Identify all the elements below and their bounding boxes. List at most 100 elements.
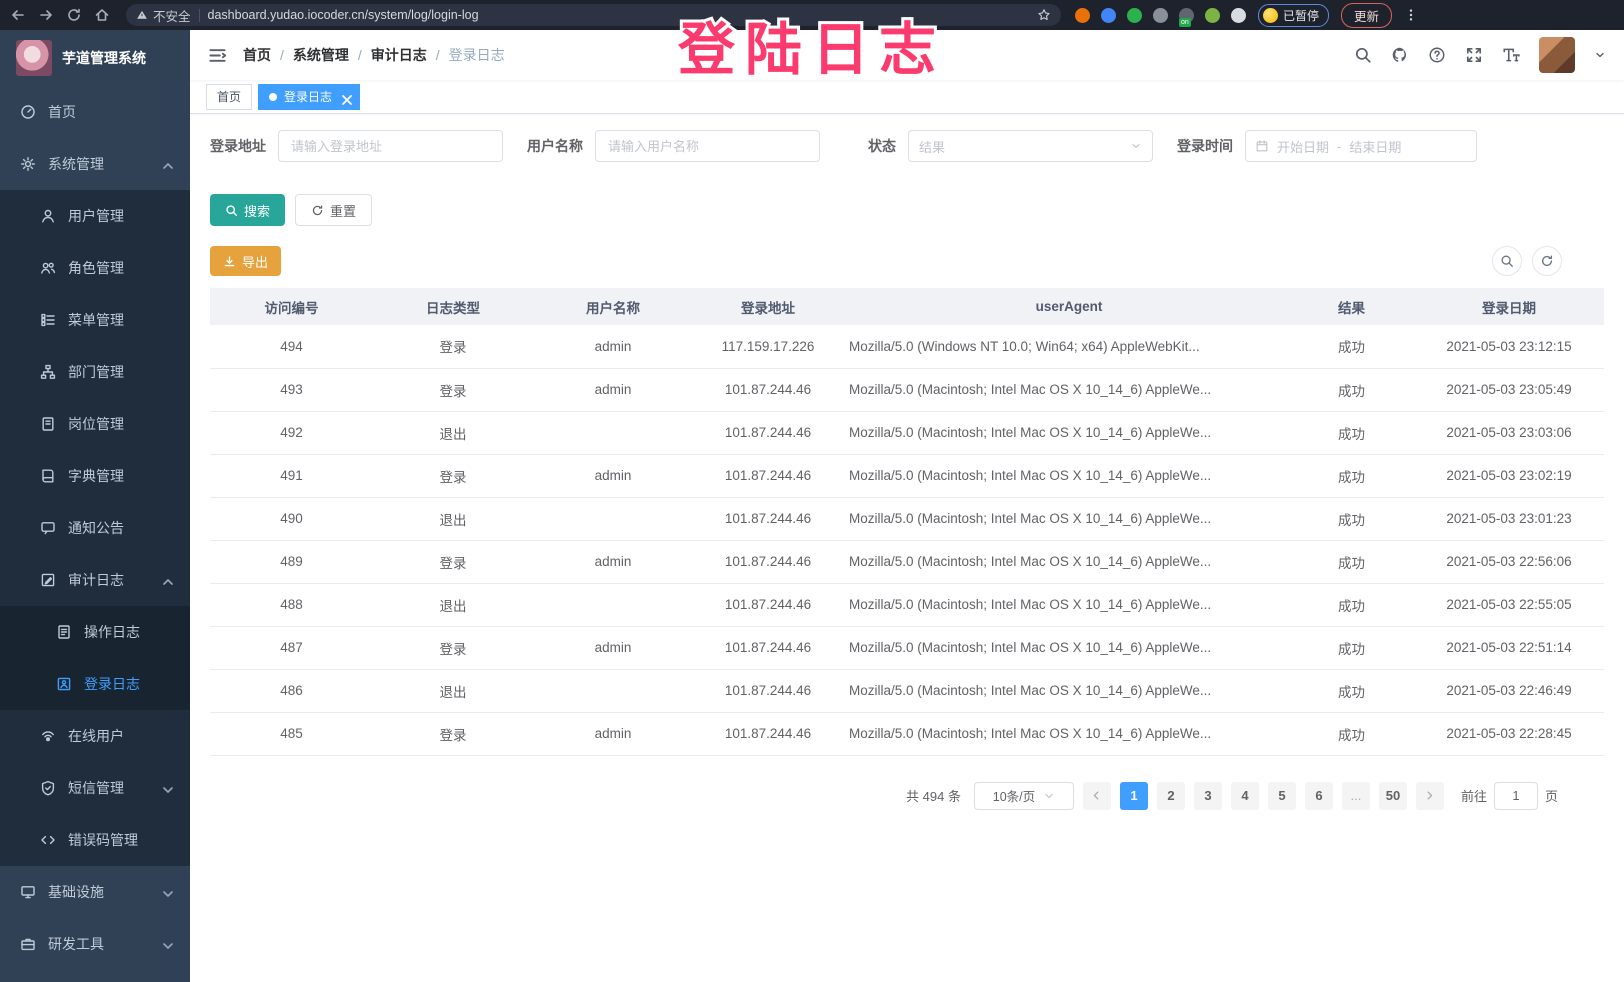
github-icon[interactable]	[1391, 46, 1409, 64]
hamburger-icon[interactable]	[208, 46, 227, 65]
export-button[interactable]: 导出	[210, 246, 281, 276]
forward-icon[interactable]	[38, 7, 54, 23]
page-button-50[interactable]: 50	[1379, 782, 1407, 810]
app-logo[interactable]: 芋道管理系统	[0, 30, 190, 86]
table-cell: admin	[533, 626, 693, 669]
table-cell: 489	[210, 540, 373, 583]
active-dot-icon	[269, 93, 277, 101]
page-button-6[interactable]: 6	[1305, 782, 1333, 810]
sidebar-item-dev-tools[interactable]: 研发工具	[0, 918, 190, 970]
sidebar-item-error-code[interactable]: 错误码管理	[0, 814, 190, 866]
app-title: 芋道管理系统	[62, 48, 146, 68]
login-address-input[interactable]	[278, 130, 503, 162]
fullscreen-icon[interactable]	[1465, 46, 1483, 64]
users-icon	[40, 260, 56, 276]
chevron-up-icon[interactable]	[160, 158, 172, 170]
browser-menu-icon[interactable]	[1404, 8, 1418, 22]
sidebar-item-online-users[interactable]: 在线用户	[0, 710, 190, 762]
search-button[interactable]: 搜索	[210, 194, 285, 226]
sidebar-item-menus[interactable]: 菜单管理	[0, 294, 190, 346]
tab-active[interactable]: 登录日志	[258, 84, 360, 110]
paused-badge[interactable]: 已暂停	[1258, 4, 1329, 27]
list-extension-icon[interactable]: on	[1179, 8, 1194, 23]
shield-icon	[40, 780, 56, 796]
table-cell: 2021-05-03 23:03:06	[1414, 411, 1604, 454]
dashboard-icon	[20, 104, 36, 120]
sidebar-item-dict[interactable]: 字典管理	[0, 450, 190, 502]
sidebar-item-home[interactable]: 首页	[0, 86, 190, 138]
security-chip[interactable]: 不安全	[136, 6, 191, 25]
column-header: 登录地址	[693, 288, 843, 325]
table-cell: 101.87.244.46	[693, 411, 843, 454]
page-button-2[interactable]: 2	[1157, 782, 1185, 810]
search-icon	[1500, 254, 1514, 268]
table-cell: 101.87.244.46	[693, 669, 843, 712]
table-row: 485登录admin101.87.244.46Mozilla/5.0 (Maci…	[210, 712, 1604, 755]
org-tree-icon	[40, 364, 56, 380]
sidebar-item-roles[interactable]: 角色管理	[0, 242, 190, 294]
breadcrumb-item[interactable]: 审计日志	[371, 45, 427, 65]
sidebar-item-audit-log[interactable]: 审计日志	[0, 554, 190, 606]
page-button-4[interactable]: 4	[1231, 782, 1259, 810]
refresh-icon	[1540, 254, 1554, 268]
chevron-down-icon[interactable]	[160, 782, 172, 794]
chevron-down-icon[interactable]	[160, 886, 172, 898]
sidebar-item-users[interactable]: 用户管理	[0, 190, 190, 242]
table-cell: 登录	[373, 626, 533, 669]
url-text[interactable]: dashboard.yudao.iocoder.cn/system/log/lo…	[208, 8, 479, 22]
sidebar-item-system[interactable]: 系统管理	[0, 138, 190, 190]
reload-icon[interactable]	[66, 7, 82, 23]
avatar[interactable]	[1539, 37, 1575, 73]
sidebar-item-notice[interactable]: 通知公告	[0, 502, 190, 554]
next-page-button[interactable]	[1416, 782, 1444, 810]
page-size-select[interactable]: 10条/页	[974, 782, 1074, 810]
more-pages-button[interactable]: ...	[1342, 782, 1370, 810]
tab-inactive[interactable]: 首页	[206, 84, 252, 110]
goto-page-input[interactable]	[1494, 782, 1538, 810]
login-time-range-picker[interactable]: 开始日期 - 结束日期	[1245, 130, 1477, 162]
sidebar-item-posts[interactable]: 岗位管理	[0, 398, 190, 450]
chevron-down-icon[interactable]	[160, 938, 172, 950]
grid-extension-icon[interactable]	[1153, 8, 1168, 23]
back-icon[interactable]	[10, 7, 26, 23]
green-heart-extension-icon[interactable]	[1127, 8, 1142, 23]
sidebar-item-sms[interactable]: 短信管理	[0, 762, 190, 814]
table-cell: 成功	[1289, 626, 1414, 669]
status-select[interactable]: 结果	[908, 130, 1153, 162]
address-bar[interactable]: 不安全 dashboard.yudao.iocoder.cn/system/lo…	[126, 4, 1061, 26]
sidebar-item-depts[interactable]: 部门管理	[0, 346, 190, 398]
table-row: 492退出101.87.244.46Mozilla/5.0 (Macintosh…	[210, 411, 1604, 454]
page-button-5[interactable]: 5	[1268, 782, 1296, 810]
sidebar-item-operate-log[interactable]: 操作日志	[0, 606, 190, 658]
table-cell	[533, 497, 693, 540]
show-search-button[interactable]	[1492, 246, 1522, 276]
reset-button[interactable]: 重置	[295, 194, 372, 226]
plant-extension-icon[interactable]	[1205, 8, 1220, 23]
search-icon[interactable]	[1354, 46, 1372, 64]
page-button-3[interactable]: 3	[1194, 782, 1222, 810]
breadcrumb-item[interactable]: 系统管理	[293, 45, 349, 65]
sidebar-item-infra[interactable]: 基础设施	[0, 866, 190, 918]
chevron-down-icon[interactable]	[1594, 49, 1606, 61]
page-button-1[interactable]: 1	[1120, 782, 1148, 810]
table-cell: 492	[210, 411, 373, 454]
username-input[interactable]	[595, 130, 820, 162]
help-icon[interactable]	[1428, 46, 1446, 64]
orange-extension-icon[interactable]	[1075, 8, 1090, 23]
column-header: 访问编号	[210, 288, 373, 325]
chevron-up-icon[interactable]	[160, 574, 172, 586]
breadcrumb-item[interactable]: 首页	[243, 45, 271, 65]
emoji-icon	[1263, 8, 1278, 23]
font-size-icon[interactable]	[1502, 46, 1520, 64]
sidebar-item-login-log[interactable]: 登录日志	[0, 658, 190, 710]
blue-extension-icon[interactable]	[1101, 8, 1116, 23]
home-icon[interactable]	[94, 7, 110, 23]
prev-page-button[interactable]	[1083, 782, 1111, 810]
refresh-table-button[interactable]	[1532, 246, 1562, 276]
bookmark-star-icon[interactable]	[1037, 8, 1051, 22]
puzzle-extension-icon[interactable]	[1231, 8, 1246, 23]
table-row: 487登录admin101.87.244.46Mozilla/5.0 (Maci…	[210, 626, 1604, 669]
table-row: 488退出101.87.244.46Mozilla/5.0 (Macintosh…	[210, 583, 1604, 626]
update-button[interactable]: 更新	[1341, 3, 1392, 28]
close-icon[interactable]	[339, 92, 349, 102]
